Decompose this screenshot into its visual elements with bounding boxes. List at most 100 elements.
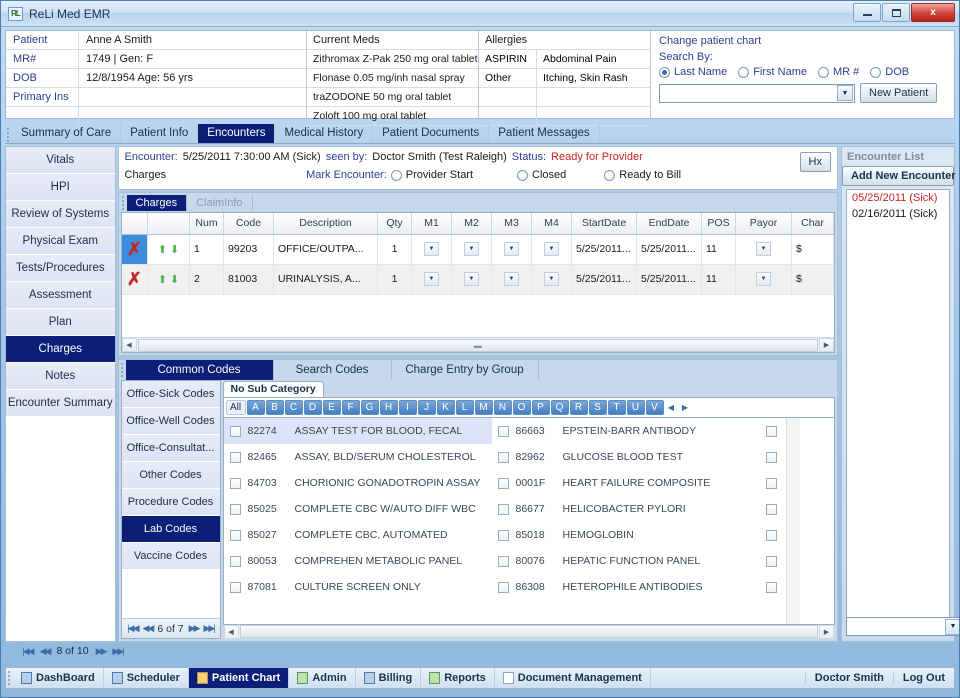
cell-charge[interactable]: $: [792, 234, 834, 264]
cell-charge[interactable]: $: [792, 264, 834, 294]
list-item[interactable]: [760, 418, 786, 444]
list-item[interactable]: 85027COMPLETE CBC, AUTOMATED: [224, 522, 492, 548]
history-button[interactable]: Hx: [800, 152, 831, 172]
nav-document-management[interactable]: Document Management: [495, 668, 651, 688]
tab-summary-of-care[interactable]: Summary of Care: [12, 124, 121, 143]
col-payor[interactable]: Payor: [736, 213, 792, 234]
scroll-thumb[interactable]: [240, 625, 819, 638]
list-item[interactable]: [760, 522, 786, 548]
checkbox[interactable]: [766, 478, 777, 489]
checkbox[interactable]: [230, 556, 241, 567]
logout-button[interactable]: Log Out: [893, 672, 954, 684]
alpha-filter-d[interactable]: D: [304, 400, 322, 415]
nav-billing[interactable]: Billing: [356, 668, 422, 688]
tab-patient-documents[interactable]: Patient Documents: [373, 124, 489, 143]
cell-qty[interactable]: 1: [378, 264, 412, 294]
checkbox[interactable]: [498, 530, 509, 541]
col-m2[interactable]: M2: [452, 213, 492, 234]
checkbox[interactable]: [498, 426, 509, 437]
cell-code[interactable]: 99203: [224, 234, 274, 264]
list-item[interactable]: 05/25/2011 (Sick): [847, 190, 949, 206]
checkbox[interactable]: [230, 582, 241, 593]
cell-m2[interactable]: ▼: [452, 234, 492, 264]
tab-charges[interactable]: Charges: [127, 195, 188, 211]
radio-first-name[interactable]: [738, 67, 749, 78]
maximize-button[interactable]: [882, 3, 910, 22]
cell-end-date[interactable]: 5/25/2011...: [637, 264, 702, 294]
codes-vscrollbar[interactable]: [786, 418, 800, 624]
alpha-filter-o[interactable]: O: [513, 400, 531, 415]
add-new-encounter-button[interactable]: Add New Encounter: [842, 166, 954, 186]
alpha-filter-h[interactable]: H: [380, 400, 398, 415]
list-item[interactable]: [760, 444, 786, 470]
checkbox[interactable]: [498, 504, 509, 515]
list-item[interactable]: 82465ASSAY, BLD/SERUM CHOLESTEROL: [224, 444, 492, 470]
checkbox[interactable]: [230, 452, 241, 463]
nav-patient-chart[interactable]: Patient Chart: [189, 668, 289, 688]
nav-reports[interactable]: Reports: [421, 668, 495, 688]
category-other-codes[interactable]: Other Codes: [122, 462, 220, 489]
radio-dob[interactable]: [870, 67, 881, 78]
cell-m1[interactable]: ▼: [412, 264, 452, 294]
move-down-icon[interactable]: ⬇: [170, 244, 179, 256]
move-up-icon[interactable]: ⬆: [158, 274, 167, 286]
list-item[interactable]: 02/16/2011 (Sick): [847, 206, 949, 222]
cell-payor[interactable]: ▼: [736, 264, 792, 294]
last-page-icon[interactable]: ▶▶|: [112, 646, 122, 657]
col-description[interactable]: Description: [274, 213, 378, 234]
next-page-icon[interactable]: ▶▶: [189, 623, 199, 634]
list-item[interactable]: 0001FHEART FAILURE COMPOSITE: [492, 470, 760, 496]
category-lab-codes[interactable]: Lab Codes: [122, 516, 220, 543]
encounter-filter-combo[interactable]: ▼: [846, 617, 960, 636]
col-charge[interactable]: Char: [792, 213, 834, 234]
col-qty[interactable]: Qty: [378, 213, 412, 234]
list-item[interactable]: 87081CULTURE SCREEN ONLY: [224, 574, 492, 600]
tab-claim-info[interactable]: ClaimInfo: [187, 195, 252, 211]
col-m4[interactable]: M4: [532, 213, 572, 234]
cell-payor[interactable]: ▼: [736, 234, 792, 264]
cell-end-date[interactable]: 5/25/2011...: [637, 234, 702, 264]
minimize-button[interactable]: [853, 3, 881, 22]
col-end-date[interactable]: EndDate: [637, 213, 702, 234]
checkbox[interactable]: [230, 426, 241, 437]
tab-patient-messages[interactable]: Patient Messages: [489, 124, 599, 143]
sidebar-item-plan[interactable]: Plan: [6, 309, 115, 336]
first-page-icon[interactable]: |◀◀: [127, 623, 137, 634]
category-vaccine-codes[interactable]: Vaccine Codes: [122, 543, 220, 570]
tab-charge-entry-by-group[interactable]: Charge Entry by Group: [392, 360, 539, 380]
cell-m1[interactable]: ▼: [412, 234, 452, 264]
checkbox[interactable]: [498, 452, 509, 463]
checkbox[interactable]: [498, 582, 509, 593]
delete-row-button[interactable]: ✗: [122, 264, 148, 294]
sidebar-item-charges[interactable]: Charges: [6, 336, 115, 363]
cell-pos[interactable]: 11: [702, 234, 736, 264]
alpha-filter-f[interactable]: F: [342, 400, 360, 415]
radio-last-name[interactable]: [659, 67, 670, 78]
scroll-left-icon[interactable]: ◀: [122, 338, 137, 352]
codes-hscrollbar[interactable]: ◀ ▶: [223, 625, 836, 639]
sidebar-item-hpi[interactable]: HPI: [6, 174, 115, 201]
tab-no-sub-category[interactable]: No Sub Category: [223, 381, 324, 397]
cell-m3[interactable]: ▼: [492, 234, 532, 264]
radio-mr-number[interactable]: [818, 67, 829, 78]
nav-dashboard[interactable]: DashBoard: [13, 668, 104, 688]
tab-medical-history[interactable]: Medical History: [275, 124, 373, 143]
patient-search-combo[interactable]: ▼: [659, 84, 855, 103]
sidebar-item-assessment[interactable]: Assessment: [6, 282, 115, 309]
next-page-icon[interactable]: ▶▶: [96, 646, 106, 657]
alpha-filter-l[interactable]: L: [456, 400, 474, 415]
cell-pos[interactable]: 11: [702, 264, 736, 294]
checkbox[interactable]: [230, 504, 241, 515]
alpha-filter-r[interactable]: R: [570, 400, 588, 415]
cell-m3[interactable]: ▼: [492, 264, 532, 294]
alpha-filter-v[interactable]: V: [646, 400, 664, 415]
sidebar-item-encounter-summary[interactable]: Encounter Summary: [6, 390, 115, 417]
col-code[interactable]: Code: [224, 213, 274, 234]
alpha-filter-k[interactable]: K: [437, 400, 455, 415]
col-num[interactable]: Num: [190, 213, 224, 234]
alpha-filter-c[interactable]: C: [285, 400, 303, 415]
list-item[interactable]: 85025COMPLETE CBC W/AUTO DIFF WBC: [224, 496, 492, 522]
list-item[interactable]: [760, 574, 786, 600]
nav-scheduler[interactable]: Scheduler: [104, 668, 189, 688]
cell-code[interactable]: 81003: [224, 264, 274, 294]
